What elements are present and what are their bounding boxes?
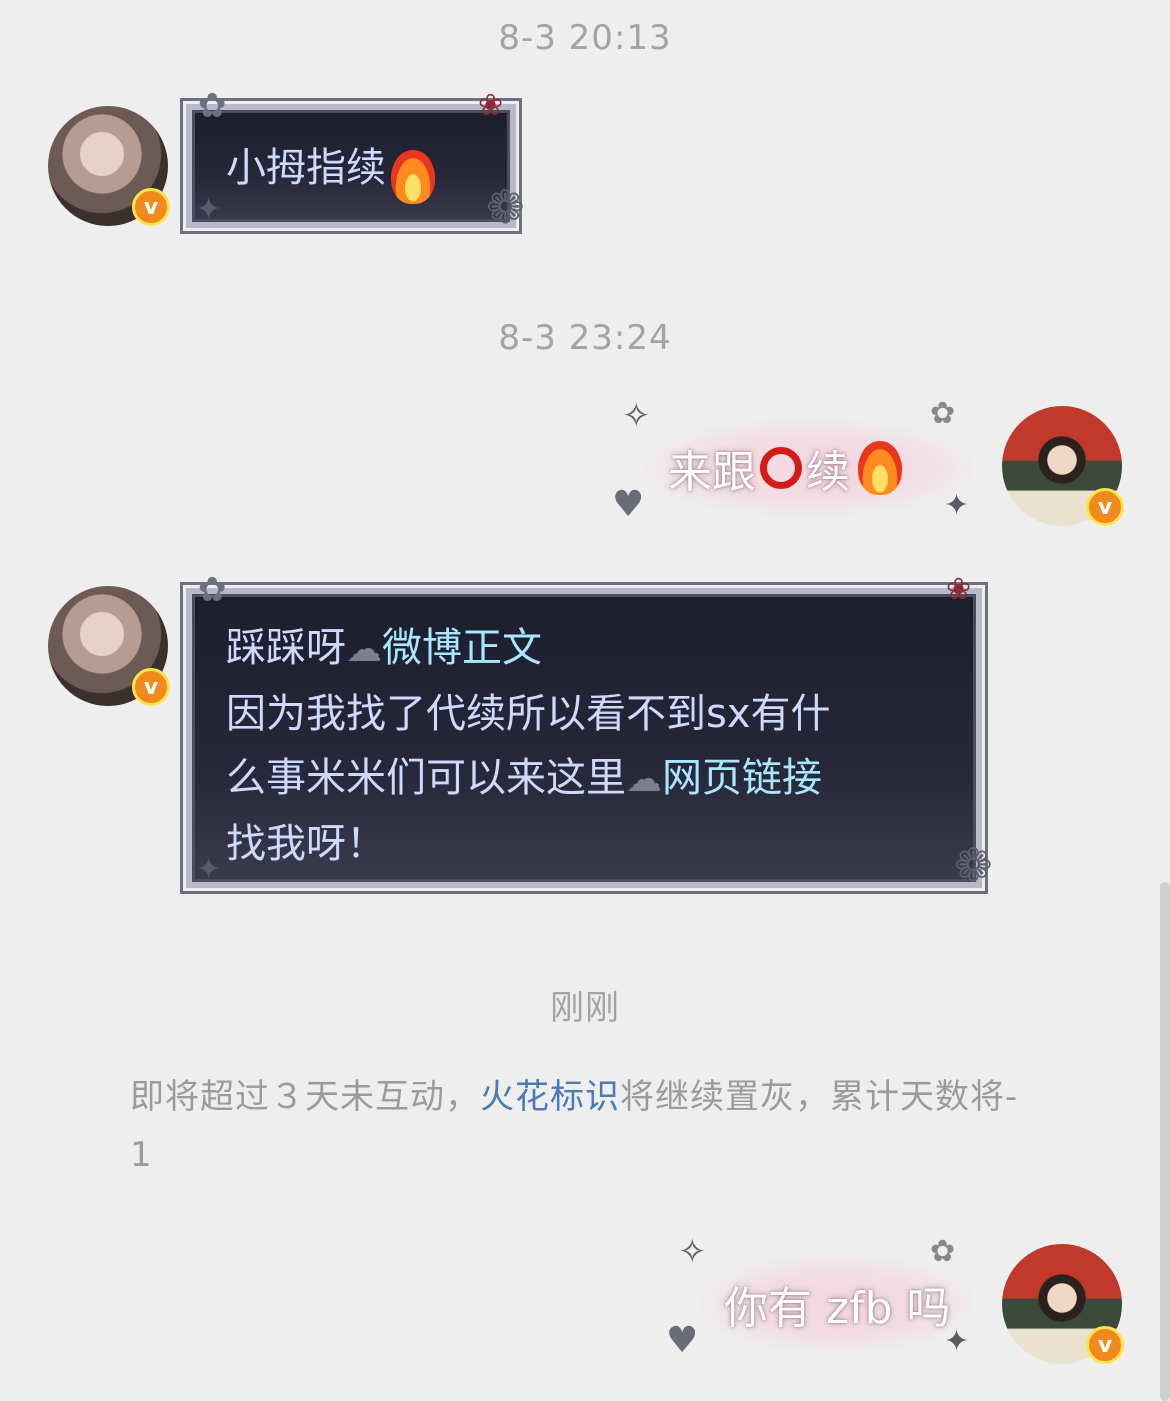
message-line: 找我呀！ [226, 821, 386, 867]
cloud-link-icon: ☁ [346, 629, 382, 670]
notice-text: 将继续置灰，累计天数将- [620, 1077, 1019, 1117]
avatar-left-user[interactable]: v [48, 106, 170, 226]
sparkle-decoration-icon: ✧ [622, 396, 651, 436]
sparkle-decoration-icon: ✦ [944, 1324, 970, 1359]
message-text: 小拇指续 [226, 145, 386, 191]
sparkle-decoration-icon: ✦ [196, 192, 222, 227]
message-text: 么事米米们可以来这里 [226, 755, 626, 801]
rose-decoration-icon: ❀ [946, 572, 972, 607]
message-bubble-incoming[interactable]: 小拇指续 [180, 98, 522, 234]
sparkle-decoration-icon: ✦ [196, 852, 222, 887]
message-line: 么事米米们可以来这里☁网页链接 [226, 746, 956, 812]
scrollbar[interactable] [1160, 882, 1170, 1401]
spark-badge-link[interactable]: 火花标识 [480, 1077, 620, 1117]
lily-decoration-icon: ❁ [486, 180, 525, 234]
lily-decoration-icon: ❁ [954, 838, 993, 892]
avatar-right-user[interactable]: v [1002, 406, 1124, 526]
message-bubble-incoming[interactable]: 踩踩呀☁微博正文 因为我找了代续所以看不到sx有什 么事米米们可以来这里☁网页链… [180, 582, 988, 894]
verified-badge-icon: v [132, 188, 170, 226]
message-text-before: 来跟 [668, 447, 756, 498]
timestamp: 8-3 20:13 [498, 18, 672, 58]
message-text: 你有 zfb 吗 [724, 1283, 951, 1334]
message-line: 因为我找了代续所以看不到sx有什 [226, 691, 831, 737]
avatar-left-user[interactable]: v [48, 586, 170, 706]
avatar-right-user[interactable]: v [1002, 1244, 1124, 1364]
flower-decoration-icon: ✿ [198, 86, 227, 126]
verified-badge-icon: v [1086, 1326, 1124, 1364]
verified-badge-icon: v [1086, 488, 1124, 526]
timestamp: 刚刚 [550, 988, 620, 1028]
fire-emoji-icon [858, 441, 902, 495]
sparkle-decoration-icon: ✧ [678, 1232, 707, 1272]
spark-expiry-notice: 即将超过３天未互动，火花标识将继续置灰，累计天数将- 1 [130, 1068, 1050, 1184]
timestamp: 8-3 23:24 [498, 318, 672, 358]
heart-decoration-icon: ♥ [612, 484, 645, 525]
message-text: 踩踩呀 [226, 625, 346, 671]
sparkle-decoration-icon: ✦ [944, 488, 970, 523]
message-text-after: 续 [806, 447, 850, 498]
verified-badge-icon: v [132, 668, 170, 706]
message-line: 踩踩呀☁微博正文 [226, 616, 956, 682]
notice-text: 即将超过３天未互动， [130, 1077, 480, 1117]
red-ring-emoji-icon [760, 447, 802, 489]
rose-decoration-icon: ❀ [478, 88, 504, 123]
heart-decoration-icon: ♥ [666, 1320, 699, 1361]
flower-decoration-icon: ✿ [198, 570, 227, 610]
cloud-link-icon: ☁ [626, 759, 662, 800]
weibo-post-link[interactable]: 微博正文 [382, 625, 542, 671]
fire-emoji-icon [391, 149, 436, 204]
notice-text: 1 [130, 1135, 153, 1175]
message-bubble-outgoing[interactable]: 你有 zfb 吗 [700, 1256, 974, 1352]
webpage-link[interactable]: 网页链接 [662, 755, 822, 801]
message-bubble-outgoing[interactable]: 来跟 续 [644, 420, 974, 516]
